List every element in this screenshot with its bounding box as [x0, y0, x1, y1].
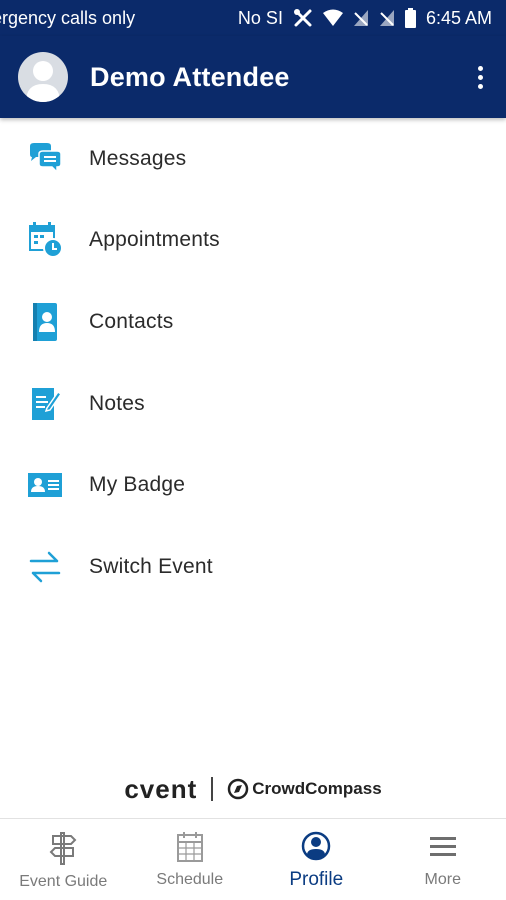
menu-item-appointments[interactable]: Appointments	[0, 200, 506, 282]
user-name: Demo Attendee	[90, 61, 290, 92]
carrier-status: ergency calls only	[0, 8, 238, 29]
signpost-icon	[49, 831, 77, 865]
crowdcompass-text: CrowdCompass	[252, 779, 382, 798]
menu-item-label: Switch Event	[89, 554, 213, 578]
avatar[interactable]	[18, 52, 68, 102]
status-icons: No SI 6:45 AM	[238, 8, 492, 29]
bottom-nav: Event Guide Schedule Profile More	[0, 818, 506, 900]
calendar-clock-icon	[26, 221, 64, 259]
menu-item-switch-event[interactable]: Switch Event	[0, 526, 506, 608]
brand-divider	[211, 777, 214, 801]
menu-item-my-badge[interactable]: My Badge	[0, 444, 506, 526]
profile-icon	[301, 831, 331, 863]
brand-footer: cvent CrowdCompass	[0, 770, 506, 808]
nav-label: Profile	[289, 869, 344, 890]
signal-none-icon-2	[379, 9, 395, 27]
badge-card-icon	[26, 466, 64, 504]
status-bar: ergency calls only No SI 6:45 AM	[0, 0, 506, 36]
note-edit-icon	[26, 385, 64, 423]
default-avatar-icon	[26, 61, 60, 102]
nav-event-guide[interactable]: Event Guide	[0, 819, 127, 900]
nav-profile[interactable]: Profile	[253, 819, 380, 900]
switch-arrows-icon	[26, 548, 64, 586]
profile-menu: Messages Appointments Contacts Notes My …	[0, 118, 506, 608]
menu-item-notes[interactable]: Notes	[0, 363, 506, 445]
crowdcompass-logo: CrowdCompass	[227, 778, 382, 800]
nav-label: More	[424, 871, 461, 888]
carrier-text: ergency calls only	[0, 7, 136, 28]
app-header: Demo Attendee	[0, 36, 506, 118]
messages-icon	[26, 140, 64, 178]
contact-book-icon	[26, 302, 64, 341]
hamburger-icon	[429, 831, 457, 863]
menu-item-label: Notes	[89, 391, 145, 415]
tools-icon	[293, 8, 313, 28]
wifi-icon	[322, 9, 343, 27]
status-time: 6:45 AM	[425, 7, 492, 28]
menu-item-label: Contacts	[89, 309, 174, 333]
sim-status-text: No SI	[237, 7, 283, 28]
menu-item-label: My Badge	[89, 473, 186, 497]
nav-more[interactable]: More	[380, 819, 506, 900]
menu-item-messages[interactable]: Messages	[0, 118, 506, 200]
signal-none-icon	[353, 9, 369, 27]
crowdcompass-icon	[228, 778, 249, 800]
battery-icon	[404, 8, 416, 28]
nav-label: Event Guide	[19, 873, 108, 890]
menu-item-label: Messages	[89, 146, 187, 170]
nav-schedule[interactable]: Schedule	[127, 819, 254, 900]
calendar-grid-icon	[176, 831, 204, 863]
cvent-logo: cvent	[124, 773, 198, 804]
menu-item-label: Appointments	[89, 228, 220, 252]
menu-item-contacts[interactable]: Contacts	[0, 281, 506, 363]
overflow-menu-icon[interactable]	[468, 57, 492, 97]
nav-label: Schedule	[156, 871, 224, 888]
